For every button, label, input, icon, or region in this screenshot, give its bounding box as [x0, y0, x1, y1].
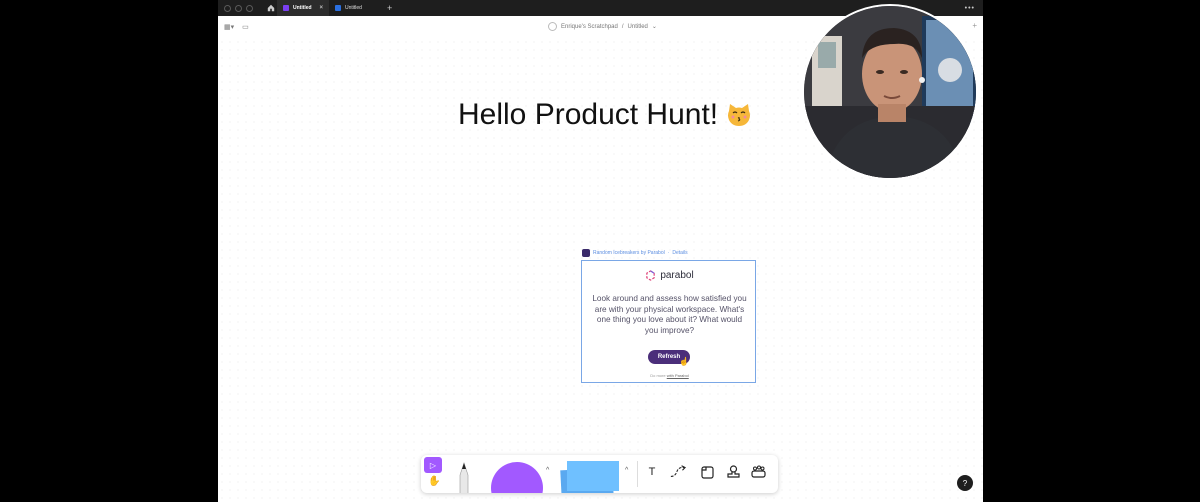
chevron-up-icon[interactable]: ^ — [625, 467, 628, 474]
icebreaker-prompt: Look around and assess how satisfied you… — [592, 294, 747, 335]
parabol-brand: parabol — [582, 270, 757, 281]
chevron-up-icon[interactable]: ^ — [546, 467, 549, 474]
breadcrumb-separator: / — [621, 23, 624, 30]
window-controls[interactable] — [224, 4, 253, 12]
widget-footer: Do more with Parabol — [650, 373, 689, 378]
stamp-tool-icon[interactable] — [725, 464, 741, 480]
widget-details-link[interactable]: Details — [672, 250, 687, 256]
team-avatar-icon — [548, 22, 557, 31]
layout-icon[interactable]: ▭ — [242, 23, 249, 31]
parabol-logo-icon — [646, 270, 656, 281]
select-tool-icon[interactable]: ▷ — [424, 457, 442, 473]
breadcrumb: Enrique's Scratchpad / Untitled ⌄ — [548, 22, 657, 31]
breadcrumb-file[interactable]: Untitled — [628, 24, 648, 30]
icebreaker-widget[interactable]: parabol Look around and assess how satis… — [581, 260, 756, 383]
tab-untitled-2[interactable]: Untitled — [329, 0, 381, 16]
main-menu-icon[interactable]: ▦▾ — [224, 23, 234, 31]
chevron-down-icon[interactable]: ⌄ — [652, 23, 657, 30]
tab-label: Untitled — [345, 5, 362, 11]
widget-label[interactable]: Random Icebreakers by Parabol · Details — [582, 249, 688, 257]
more-tools-icon[interactable] — [750, 464, 766, 480]
tab-label: Untitled — [293, 5, 312, 11]
cursor-hand-icon: ☝ — [679, 357, 689, 366]
webcam-overlay — [802, 4, 978, 180]
marker-tool-icon[interactable] — [454, 461, 474, 493]
new-tab-icon[interactable]: + — [387, 3, 392, 13]
close-tab-icon[interactable]: × — [319, 5, 323, 11]
canvas-heading[interactable]: Hello Product Hunt! — [458, 98, 752, 132]
text-tool-icon[interactable]: T — [644, 464, 660, 480]
dock-divider — [637, 461, 638, 487]
shape-tool-icon[interactable] — [491, 462, 543, 493]
hand-tool-icon[interactable]: ✋ — [428, 476, 440, 487]
tool-dock: ▷ ✋ ^ ^ T — [421, 455, 778, 493]
parabol-widget-icon — [582, 249, 590, 257]
section-tool-icon[interactable] — [699, 464, 715, 480]
help-button[interactable]: ? — [957, 475, 973, 491]
sticky-note-tool-icon[interactable] — [567, 461, 619, 491]
figma-file-icon — [335, 5, 341, 11]
home-icon[interactable] — [265, 2, 277, 14]
connector-tool-icon[interactable] — [670, 464, 686, 480]
add-icon[interactable]: + — [972, 21, 977, 30]
tab-untitled-1[interactable]: Untitled × — [277, 0, 329, 16]
more-options-icon[interactable]: ••• — [965, 5, 975, 12]
breadcrumb-team[interactable]: Enrique's Scratchpad — [561, 24, 618, 30]
figjam-file-icon — [283, 5, 289, 11]
parabol-link[interactable]: with Parabol — [667, 373, 689, 378]
kissing-cat-emoji-icon — [728, 104, 751, 126]
webcam-person-image — [804, 6, 976, 178]
